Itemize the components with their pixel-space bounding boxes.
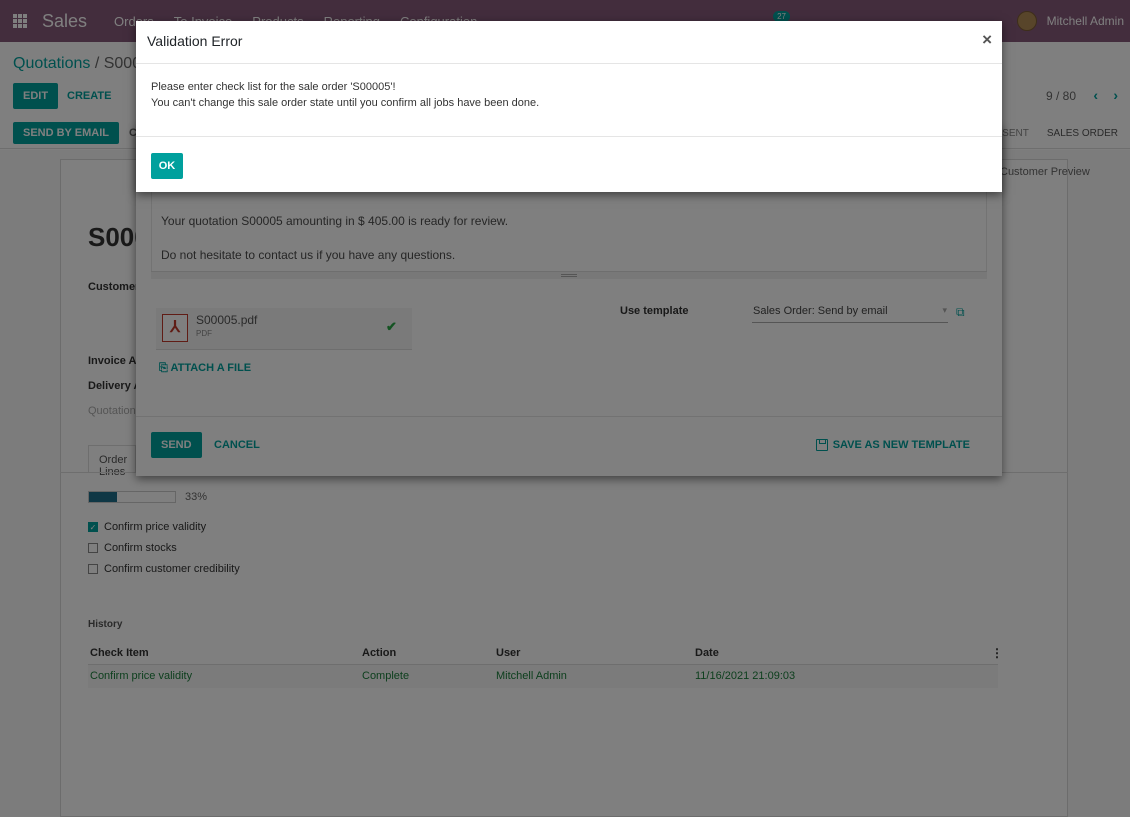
ok-button[interactable]: OK	[151, 153, 183, 179]
validation-error-dialog: Validation Error × Please enter check li…	[136, 21, 1002, 192]
dialog-message-line: You can't change this sale order state u…	[151, 97, 540, 109]
dialog-footer: OK	[136, 136, 1002, 192]
close-icon[interactable]: ×	[982, 30, 992, 50]
dialog-message: Please enter check list for the sale ord…	[151, 79, 539, 111]
dialog-title: Validation Error	[147, 33, 243, 49]
dialog-message-line: Please enter check list for the sale ord…	[151, 81, 396, 93]
dialog-header: Validation Error ×	[136, 21, 1002, 64]
